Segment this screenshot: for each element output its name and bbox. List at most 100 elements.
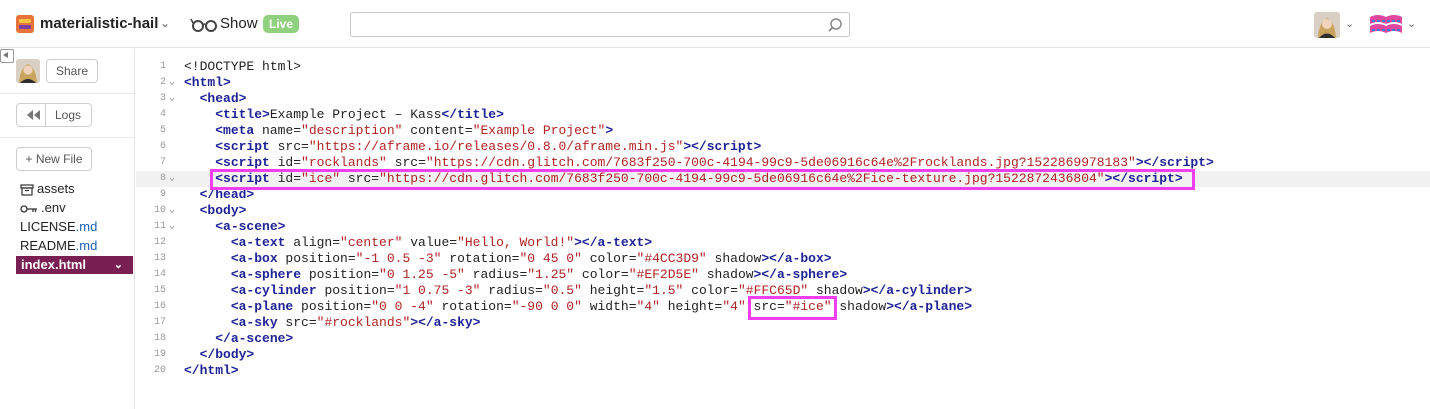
logs-button[interactable]: Logs (16, 103, 92, 127)
code-line[interactable]: 7 <script id="rocklands" src="https://cd… (136, 155, 1430, 171)
code-text: </head> (199, 187, 255, 202)
code-text: <meta name="description" content="Exampl… (215, 123, 614, 138)
fold-chevron-down-icon[interactable]: ⌄ (169, 91, 175, 107)
file-extension: .html (54, 257, 87, 272)
code-line[interactable]: 2 ⌄ <html> (136, 75, 1430, 91)
code-line[interactable]: 10 ⌄ <body> (136, 203, 1430, 219)
line-number: 20 (153, 365, 166, 376)
code-text: <head> (199, 91, 247, 106)
divider (0, 137, 134, 138)
file-item-readme[interactable]: README.md (20, 237, 97, 255)
code-text: <!DOCTYPE html> (184, 59, 302, 74)
show-button[interactable]: Show (220, 15, 258, 32)
line-number: 3 (159, 93, 166, 104)
fold-chevron-down-icon[interactable]: ⌄ (169, 75, 175, 91)
file-item-license[interactable]: LICENSE.md (20, 218, 97, 236)
divider (0, 93, 134, 94)
fold-chevron-down-icon[interactable]: ⌄ (169, 203, 175, 219)
project-menu-chevron-down-icon[interactable]: ⌄ (160, 16, 170, 30)
fold-chevron-down-icon[interactable]: ⌄ (169, 219, 175, 235)
glasses-icon[interactable] (190, 14, 218, 34)
key-icon (20, 204, 37, 213)
code-text: <script src="https://aframe.io/releases/… (215, 139, 762, 154)
line-number: 11 (153, 221, 166, 232)
code-line[interactable]: 3 ⌄ <head> (136, 91, 1430, 107)
file-item-assets[interactable]: assets (20, 180, 75, 198)
code-text: <a-sky src="#rocklands"></a-sky> (230, 315, 481, 330)
search-box[interactable] (350, 12, 850, 37)
line-number: 4 (159, 109, 166, 120)
new-file-button[interactable]: + New File (16, 147, 92, 171)
code-line[interactable]: 9 </head> (136, 187, 1430, 203)
line-number: 12 (153, 237, 166, 248)
file-item-index-selected[interactable]: index.html ⌄ (16, 256, 133, 274)
code-line[interactable]: 8 ⌄ <script id="ice" src="https://cdn.gli… (136, 171, 1430, 187)
live-badge[interactable]: Live (263, 15, 300, 33)
code-line[interactable]: 1 <!DOCTYPE html> (136, 59, 1430, 75)
code-text: <a-plane position="0 0 -4" rotation="-90… (230, 299, 973, 314)
file-options-chevron-down-icon[interactable]: ⌄ (114, 256, 123, 274)
sidebar: Share Logs + New File assets .env LICENS… (0, 49, 135, 409)
line-number: 14 (153, 269, 166, 280)
line-number: 10 (153, 205, 166, 216)
user-avatar[interactable] (1314, 12, 1340, 38)
code-text: </body> (199, 347, 255, 362)
project-name[interactable]: materialistic-hail (40, 15, 158, 32)
fold-chevron-down-icon[interactable]: ⌄ (169, 171, 175, 187)
search-icon[interactable] (827, 17, 843, 33)
file-item-env[interactable]: .env (20, 199, 66, 217)
code-text: <a-cylinder position="1 0.75 -3" radius=… (230, 283, 973, 298)
collapse-sidebar-icon[interactable] (0, 49, 14, 63)
code-text: <a-text align="center" value="Hello, Wor… (230, 235, 653, 250)
line-number: 17 (153, 317, 166, 328)
user-menu-chevron-down-icon[interactable]: ⌄ (1345, 17, 1354, 30)
file-extension: .md (75, 219, 98, 234)
file-name: LICENSE (20, 219, 76, 234)
code-text: <body> (199, 203, 247, 218)
code-text: <script id="ice" src="https://cdn.glitch… (215, 171, 1183, 186)
line-number: 5 (159, 125, 166, 136)
divider (45, 104, 46, 126)
line-number: 18 (153, 333, 166, 344)
collaborator-avatar[interactable] (16, 59, 40, 83)
project-icon[interactable] (16, 15, 34, 33)
code-text: <title>Example Project – Kass</title> (215, 107, 504, 122)
code-line[interactable]: 4 <title>Example Project – Kass</title> (136, 107, 1430, 123)
line-number: 16 (153, 301, 166, 312)
search-input[interactable] (351, 13, 821, 36)
code-text: <a-scene> (215, 219, 286, 234)
code-line[interactable]: 19 </body> (136, 347, 1430, 363)
code-line[interactable]: 11 ⌄ <a-scene> (136, 219, 1430, 235)
file-name: README (20, 238, 76, 253)
file-name: .env (41, 200, 66, 215)
team-avatar[interactable] (1368, 12, 1404, 38)
code-line[interactable]: 16 <a-plane position="0 0 -4" rotation="… (136, 299, 1430, 315)
code-line[interactable]: 13 <a-box position="-1 0.5 -3" rotation=… (136, 251, 1430, 267)
file-extension: .md (75, 238, 98, 253)
code-text: </html> (184, 363, 239, 378)
file-name: index (21, 257, 55, 272)
code-line[interactable]: 14 <a-sphere position="0 1.25 -5" radius… (136, 267, 1430, 283)
code-line[interactable]: 15 <a-cylinder position="1 0.75 -3" radi… (136, 283, 1430, 299)
team-menu-chevron-down-icon[interactable]: ⌄ (1407, 17, 1416, 30)
code-line[interactable]: 17 <a-sky src="#rocklands"></a-sky> (136, 315, 1430, 331)
code-editor[interactable]: 1 <!DOCTYPE html> 2 ⌄ <html> 3 ⌄ <head> 4 <titl… (136, 59, 1430, 399)
line-number: 9 (159, 189, 166, 200)
logs-label: Logs (55, 108, 82, 122)
code-line[interactable]: 18 </a-scene> (136, 331, 1430, 347)
code-line[interactable]: 6 <script src="https://aframe.io/release… (136, 139, 1430, 155)
top-bar: materialistic-hail ⌄ Show Live ⌄ ⌄ (0, 0, 1430, 48)
line-number: 8 (159, 173, 166, 184)
line-number: 6 (159, 141, 166, 152)
share-button[interactable]: Share (46, 59, 98, 83)
code-line[interactable]: 12 <a-text align="center" value="Hello, … (136, 235, 1430, 251)
code-line[interactable]: 5 <meta name="description" content="Exam… (136, 123, 1430, 139)
code-text: </a-scene> (215, 331, 294, 346)
code-text: <a-sphere position="0 1.25 -5" radius="1… (230, 267, 848, 282)
file-name: assets (37, 181, 75, 196)
line-number: 19 (153, 349, 166, 360)
code-text: <script id="rocklands" src="https://cdn.… (215, 155, 1214, 170)
rewind-icon (27, 110, 40, 120)
line-number: 7 (159, 157, 166, 168)
code-line[interactable]: 20 </html> (136, 363, 1430, 379)
